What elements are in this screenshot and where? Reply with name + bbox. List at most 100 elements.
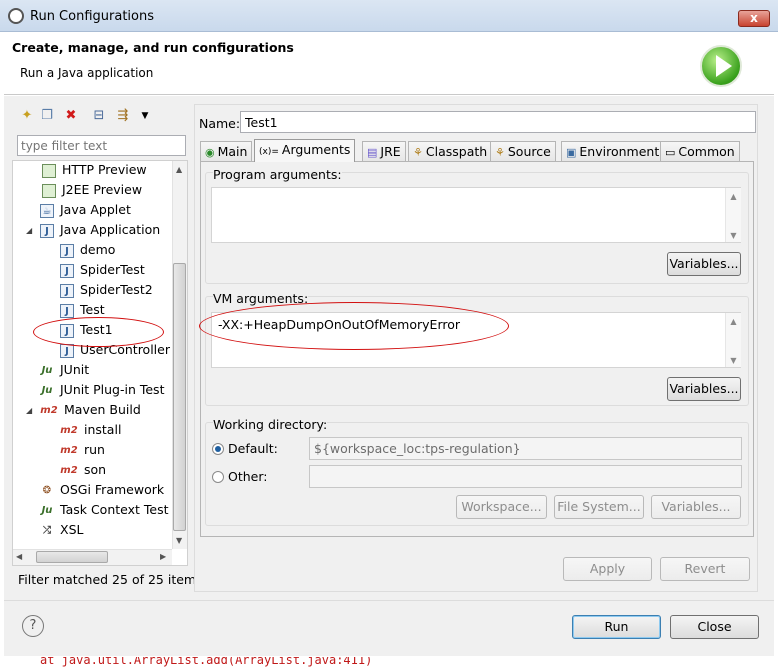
tab-label: Main: [217, 144, 248, 159]
filter-input[interactable]: [17, 135, 186, 156]
tree-item-java-applet[interactable]: ☕ Java Applet: [40, 200, 131, 220]
workspace-button[interactable]: Workspace...: [456, 495, 547, 519]
tree-item-label: Maven Build: [64, 402, 141, 417]
tree-item-run[interactable]: m2 run: [60, 440, 105, 460]
program-args-label: Program arguments:: [213, 167, 342, 182]
file-system-button[interactable]: File System...: [554, 495, 644, 519]
revert-button[interactable]: Revert: [660, 557, 750, 581]
tree-item-label: Test1: [80, 322, 113, 337]
tree-item-maven-build[interactable]: m2 Maven Build: [40, 400, 141, 420]
tree-item-junit[interactable]: Ju JUnit: [40, 360, 90, 380]
java-config-icon: J: [60, 243, 74, 258]
program-args-scrollbar[interactable]: ▲ ▼: [725, 188, 741, 242]
tree-item-label: UserController: [80, 342, 170, 357]
junit-icon: Ju: [41, 504, 53, 516]
tree-item-label: Java Applet: [60, 202, 131, 217]
dropdown-arrow-icon[interactable]: ▼: [138, 109, 152, 123]
run-button[interactable]: Run: [572, 615, 661, 639]
tree-item-label: HTTP Preview: [62, 162, 147, 177]
delete-icon[interactable]: ✖: [64, 109, 78, 123]
main-tab-icon: ◉: [205, 146, 215, 159]
tab-jre[interactable]: ▤ JRE: [362, 141, 406, 161]
source-tab-icon: ⚘: [495, 146, 505, 159]
xsl-icon: ⤮: [43, 524, 51, 536]
java-config-icon: J: [60, 343, 74, 358]
junit-icon: Ju: [41, 364, 53, 376]
java-config-icon: J: [60, 303, 74, 318]
java-app-icon: J: [40, 223, 54, 238]
apply-button[interactable]: Apply: [563, 557, 652, 581]
tree-item-j2ee-preview[interactable]: J2EE Preview: [42, 180, 142, 200]
tree-item-test1[interactable]: J Test1: [60, 320, 113, 340]
footer-separator: [4, 600, 774, 601]
variables-button[interactable]: Variables...: [651, 495, 741, 519]
tree-item-junit-plugin-test[interactable]: Ju JUnit Plug-in Test: [40, 380, 165, 400]
osgi-icon: ❂: [42, 484, 52, 496]
tree-hscroll-thumb[interactable]: [36, 551, 108, 563]
window-close-button[interactable]: x: [738, 10, 770, 27]
eclipse-icon: [8, 8, 24, 24]
tree-item-osgi-framework[interactable]: ❂ OSGi Framework: [40, 480, 164, 500]
new-config-icon[interactable]: ✦: [20, 109, 34, 123]
other-dir-field[interactable]: [309, 465, 742, 488]
tree-item-test[interactable]: J Test: [60, 300, 105, 320]
filter-status: Filter matched 25 of 25 items: [18, 572, 203, 587]
help-icon[interactable]: ?: [22, 615, 44, 637]
common-tab-icon: ▭: [665, 146, 676, 159]
console-line: at java.util.ArrayList.add(ArrayList.jav…: [40, 657, 373, 667]
file-icon: [42, 183, 56, 198]
maven-icon: m2: [60, 424, 78, 436]
scroll-right-icon[interactable]: ▶: [160, 552, 166, 561]
other-radio[interactable]: [212, 471, 224, 483]
vm-variables-button[interactable]: Variables...: [667, 377, 741, 401]
scroll-left-icon[interactable]: ◀: [16, 552, 22, 561]
close-button[interactable]: Close: [670, 615, 759, 639]
tree-item-usercontroller[interactable]: J UserController: [60, 340, 170, 360]
tree-item-http-preview[interactable]: HTTP Preview: [42, 160, 147, 180]
duplicate-icon[interactable]: ❐: [40, 109, 54, 123]
tree-item-install[interactable]: m2 install: [60, 420, 121, 440]
tab-classpath[interactable]: ⚘ Classpath: [408, 141, 493, 161]
background-console: at java.util.ArrayList.add(ArrayList.jav…: [0, 657, 778, 668]
vm-args-textarea[interactable]: -XX:+HeapDumpOnOutOfMemoryError: [211, 312, 741, 368]
maven-icon: m2: [60, 464, 78, 476]
collapse-all-icon[interactable]: ⊟: [92, 109, 106, 123]
tab-arguments[interactable]: (x)= Arguments: [254, 139, 356, 162]
vm-args-label: VM arguments:: [213, 291, 309, 306]
tree-item-label: Test: [80, 302, 105, 317]
filter-icon[interactable]: ⇶: [116, 109, 130, 123]
tree-item-xsl[interactable]: ⤮ XSL: [40, 520, 83, 540]
tree-item-java-application[interactable]: J Java Application: [40, 220, 160, 240]
default-dir-field: ${workspace_loc:tps-regulation}: [309, 437, 742, 460]
tab-environment[interactable]: ▣ Environment: [561, 141, 665, 161]
tree-item-label: demo: [80, 242, 116, 257]
tree-item-spidertest[interactable]: J SpiderTest: [60, 260, 145, 280]
tree-item-label: SpiderTest2: [80, 282, 153, 297]
tree-scroll-thumb[interactable]: [173, 263, 186, 531]
tree-item-label: J2EE Preview: [62, 182, 143, 197]
name-input[interactable]: [240, 111, 756, 133]
tree-item-demo[interactable]: Jdemo: [60, 240, 115, 260]
tree-item-label: JUnit Plug-in Test: [60, 382, 165, 397]
vm-args-scrollbar[interactable]: ▲ ▼: [725, 313, 741, 367]
tree-item-task-context-test[interactable]: Ju Task Context Test: [40, 500, 169, 520]
program-args-textarea[interactable]: [211, 187, 741, 243]
expand-caret-icon[interactable]: ◢: [26, 406, 32, 415]
tab-common[interactable]: ▭ Common: [660, 141, 740, 161]
tab-label: Arguments: [281, 142, 351, 157]
tree-item-son[interactable]: m2 son: [60, 460, 106, 480]
default-radio[interactable]: [212, 443, 224, 455]
scroll-down-icon[interactable]: ▼: [176, 536, 182, 545]
java-config-icon: J: [60, 263, 74, 278]
tree-item-label: Task Context Test: [60, 502, 169, 517]
tab-source[interactable]: ⚘ Source: [490, 141, 556, 161]
program-variables-button[interactable]: Variables...: [667, 252, 741, 276]
tree-item-spidertest2[interactable]: J SpiderTest2: [60, 280, 153, 300]
expand-caret-icon[interactable]: ◢: [26, 226, 32, 235]
name-label: Name:: [199, 116, 241, 131]
tab-main[interactable]: ◉ Main: [200, 141, 253, 161]
scroll-up-icon[interactable]: ▲: [176, 165, 182, 174]
working-dir-label: Working directory:: [213, 417, 328, 432]
play-triangle-icon: [716, 55, 732, 77]
tree-item-label: son: [84, 462, 107, 477]
